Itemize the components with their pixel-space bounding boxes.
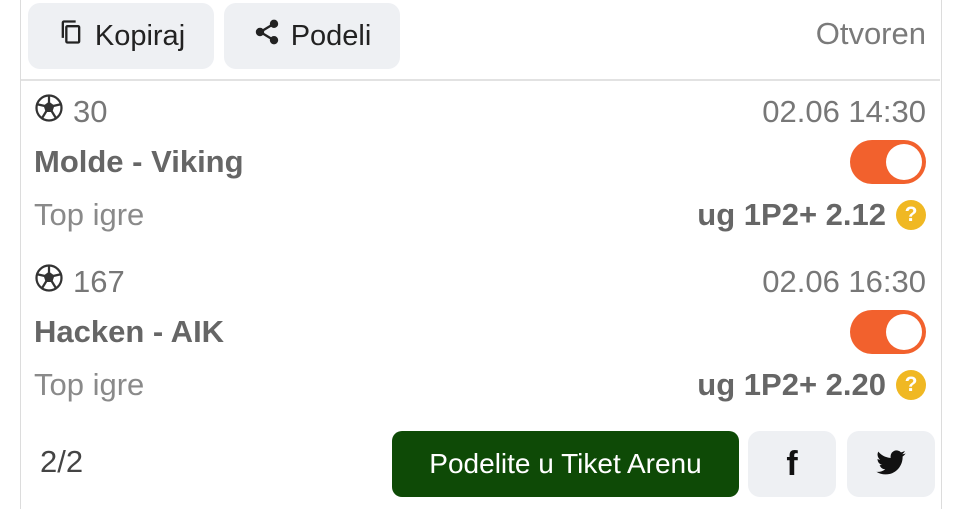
match-pick: ug 1P2+ 2.12 xyxy=(697,197,886,232)
header-divider xyxy=(21,79,940,81)
match-teams: Hacken - AIK xyxy=(34,314,225,349)
match-code-group: 30 xyxy=(34,93,107,131)
share-tiket-arena-button[interactable]: Podelite u Tiket Arenu xyxy=(392,431,739,497)
match-code: 167 xyxy=(73,264,125,299)
match-teams: Molde - Viking xyxy=(34,144,244,179)
match-datetime: 02.06 16:30 xyxy=(762,264,926,299)
share-button[interactable]: Podeli xyxy=(224,3,400,69)
copy-icon xyxy=(57,18,85,54)
ticket-header: Kopiraj Podeli Otvoren xyxy=(0,0,960,80)
match-bet: ug 1P2+ 2.12 ? xyxy=(697,197,926,233)
ticket-status: Otvoren xyxy=(815,16,926,51)
twitter-share-button[interactable] xyxy=(847,431,935,497)
copy-button-label: Kopiraj xyxy=(94,19,186,52)
match-pick: ug 1P2+ 2.20 xyxy=(697,367,886,402)
match-code-group: 167 xyxy=(34,263,125,301)
toggle-knob xyxy=(886,144,922,180)
soccer-ball-icon xyxy=(34,93,64,131)
facebook-share-button[interactable]: f xyxy=(748,431,836,497)
soccer-ball-icon xyxy=(34,263,64,301)
share-button-label: Podeli xyxy=(290,19,372,52)
facebook-icon: f xyxy=(786,444,798,483)
match-item: 30 02.06 14:30 Molde - Viking Top igre u… xyxy=(0,92,960,262)
match-category: Top igre xyxy=(34,367,145,402)
twitter-icon xyxy=(875,446,907,483)
help-icon[interactable]: ? xyxy=(896,370,926,400)
help-icon[interactable]: ? xyxy=(896,200,926,230)
match-toggle[interactable] xyxy=(850,140,926,184)
match-item: 167 02.06 16:30 Hacken - AIK Top igre ug… xyxy=(0,262,960,432)
match-bet: ug 1P2+ 2.20 ? xyxy=(697,367,926,403)
match-datetime: 02.06 14:30 xyxy=(762,94,926,129)
match-toggle[interactable] xyxy=(850,310,926,354)
toggle-knob xyxy=(886,314,922,350)
copy-button[interactable]: Kopiraj xyxy=(28,3,214,69)
share-icon xyxy=(253,18,281,54)
match-category: Top igre xyxy=(34,197,145,232)
ticket-footer: 2/2 Podelite u Tiket Arenu f xyxy=(0,428,960,500)
match-count: 2/2 xyxy=(40,444,84,479)
match-code: 30 xyxy=(73,94,108,129)
